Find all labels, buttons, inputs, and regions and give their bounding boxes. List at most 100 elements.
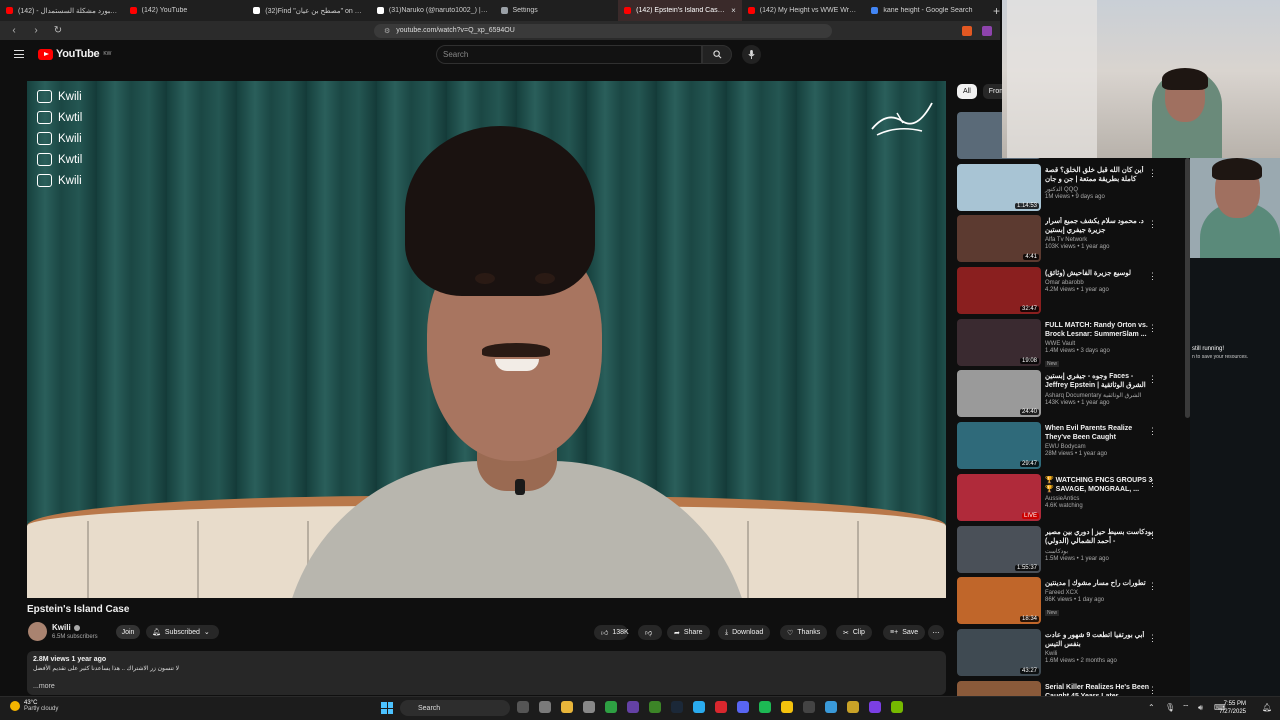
- app-icon-5[interactable]: [869, 701, 881, 713]
- youtube-logo[interactable]: YouTube KW: [38, 48, 111, 60]
- more-options-icon[interactable]: ⋮: [1148, 581, 1157, 592]
- video-title-link[interactable]: وجوه - جيفري إبستين Faces - Jeffrey Epst…: [1045, 372, 1155, 390]
- more-actions-button[interactable]: ⋯: [928, 625, 944, 640]
- more-options-icon[interactable]: ⋮: [1148, 530, 1157, 541]
- spotify-icon[interactable]: [759, 701, 771, 713]
- video-player[interactable]: Kwili Kwtil Kwili Kwtil Kwili: [27, 81, 946, 598]
- more-options-icon[interactable]: ⋮: [1148, 323, 1157, 334]
- video-thumbnail[interactable]: 43:27: [957, 628, 1041, 676]
- channel-link[interactable]: بودكاست: [1045, 548, 1155, 555]
- weather-widget[interactable]: 43°C Partly cloudy: [10, 700, 58, 712]
- browser-tab[interactable]: kane height - Google Search: [865, 0, 989, 21]
- video-title-link[interactable]: أين كان الله قبل خلق الخلق؟ قصة كاملة بط…: [1045, 166, 1155, 184]
- video-thumbnail[interactable]: 1:55:37: [957, 525, 1041, 573]
- channel-link[interactable]: AussieAntics: [1045, 496, 1155, 502]
- video-thumbnail[interactable]: 32:47: [957, 267, 1041, 315]
- more-options-icon[interactable]: ⋮: [1148, 478, 1157, 489]
- show-more-link[interactable]: ...more: [33, 683, 940, 690]
- voice-search-button[interactable]: [742, 45, 761, 64]
- back-icon[interactable]: ‹: [8, 25, 20, 36]
- obs-icon[interactable]: [803, 701, 815, 713]
- settings-icon[interactable]: [539, 701, 551, 713]
- recommended-video[interactable]: 18:34 تطورات راح مسار مشوك | مدينتين Faree…: [957, 577, 1185, 629]
- subscribed-button[interactable]: 🔔︎ Subscribed ⌄: [146, 625, 219, 639]
- video-title-link[interactable]: لوسيع جزيرة الفاحيش (وثائق): [1045, 269, 1155, 278]
- recommended-video[interactable]: 19:08 FULL MATCH: Randy Orton vs. Brock L…: [957, 318, 1185, 371]
- recommended-video[interactable]: 1:55:37 بودكاست بسيط حيز | دوري بين مصير …: [957, 525, 1185, 578]
- clock[interactable]: 7:55 PM 7/27/2025: [1219, 700, 1246, 716]
- more-options-icon[interactable]: ⋮: [1148, 633, 1157, 644]
- notification-icon[interactable]: 🔔︎: [1262, 703, 1272, 712]
- more-options-icon[interactable]: ⋮: [1148, 271, 1157, 282]
- recommended-video[interactable]: 1:14:53 أين كان الله قبل خلق الخلق؟ قصة ك…: [957, 163, 1185, 216]
- close-tab-icon[interactable]: ×: [731, 6, 736, 15]
- microphone-tray-icon[interactable]: 🎙︎: [1165, 703, 1175, 712]
- video-title-link[interactable]: د. محمود سلام يكشف جميع أسرار جزيرة جيفر…: [1045, 217, 1155, 235]
- browser-tab[interactable]: (31)Naruko (@naruto1002_) | TikTok: [371, 0, 495, 21]
- recommended-video[interactable]: 4:41 د. محمود سلام يكشف جميع أسرار جزيرة …: [957, 215, 1185, 267]
- steam-icon[interactable]: [671, 701, 683, 713]
- wifi-icon[interactable]: ⌔: [1182, 703, 1190, 713]
- dislike-button[interactable]: 👎︎: [638, 625, 662, 640]
- video-thumbnail[interactable]: [957, 680, 1041, 696]
- browser-tab[interactable]: (142) Epstein's Island Case - Y ×: [618, 0, 742, 21]
- nvidia-icon[interactable]: [891, 701, 903, 713]
- download-button[interactable]: ⤓ Download: [718, 625, 771, 640]
- more-options-icon[interactable]: ⋮: [1148, 168, 1157, 179]
- recommended-video[interactable]: Serial Killer Realizes He's Been Caught …: [957, 680, 1185, 696]
- video-title-link[interactable]: Serial Killer Realizes He's Been Caught …: [1045, 683, 1155, 696]
- thanks-button[interactable]: ♡ Thanks: [780, 625, 828, 640]
- recommended-video[interactable]: 29:47 When Evil Parents Realize They've B…: [957, 422, 1185, 474]
- video-title-link[interactable]: When Evil Parents Realize They've Been C…: [1045, 424, 1155, 442]
- site-info-icon[interactable]: ⚙: [384, 27, 390, 35]
- reload-icon[interactable]: ↻: [52, 25, 64, 36]
- profile-icon[interactable]: [982, 25, 992, 36]
- search-button[interactable]: [702, 45, 732, 64]
- browser-tab[interactable]: (142) My Height vs WWE Wrestlers: [742, 0, 866, 21]
- minecraft-icon[interactable]: [649, 701, 661, 713]
- channel-link[interactable]: Omar abarobb: [1045, 280, 1155, 286]
- browser-tab[interactable]: Settings: [495, 0, 619, 21]
- clip-button[interactable]: ✂ Clip: [836, 625, 872, 640]
- chevron-up-icon[interactable]: ⌃: [1148, 703, 1155, 712]
- new-tab-button[interactable]: +: [993, 4, 1000, 18]
- like-button[interactable]: 👍︎ 138K: [594, 625, 629, 640]
- discord-icon[interactable]: [737, 701, 749, 713]
- taskbar-search[interactable]: Search: [400, 700, 510, 716]
- video-thumbnail[interactable]: 29:47: [957, 422, 1041, 470]
- channel-link[interactable]: Alfa Tv Network: [1045, 237, 1155, 243]
- video-thumbnail[interactable]: 24:40: [957, 370, 1041, 418]
- video-thumbnail[interactable]: LIVE: [957, 473, 1041, 521]
- twitch-icon[interactable]: [627, 701, 639, 713]
- file-explorer-icon[interactable]: [561, 701, 573, 713]
- video-title-link[interactable]: FULL MATCH: Randy Orton vs. Brock Lesnar…: [1045, 321, 1155, 339]
- browser-tab[interactable]: (32)Find "مصطح بن عيان" on TikTok | Ti: [247, 0, 371, 21]
- hamburger-menu-icon[interactable]: [14, 50, 24, 58]
- recommended-video[interactable]: 24:40 وجوه - جيفري إبستين Faces - Jeffrey…: [957, 370, 1185, 422]
- filter-chip[interactable]: All: [957, 84, 977, 99]
- video-thumbnail[interactable]: 19:08: [957, 318, 1041, 366]
- recommended-video[interactable]: 43:27 أبي بورتفيا اتطعت 9 شهور و عادت بنف…: [957, 628, 1185, 681]
- description-box[interactable]: 2.8M views 1 year ago لا تنسون زر الاشتر…: [27, 651, 946, 695]
- brave-icon[interactable]: [715, 701, 727, 713]
- forward-icon[interactable]: ›: [30, 25, 42, 36]
- video-title-link[interactable]: تطورات راح مسار مشوك | مدينتين: [1045, 579, 1155, 588]
- more-options-icon[interactable]: ⋮: [1148, 426, 1157, 437]
- app-icon-4[interactable]: [847, 701, 859, 713]
- channel-link[interactable]: الدكتور QQQ: [1045, 186, 1155, 193]
- video-title-link[interactable]: أبي بورتفيا اتطعت 9 شهور و عادت بنفس الت…: [1045, 631, 1155, 649]
- app-icon[interactable]: [605, 701, 617, 713]
- channel-link[interactable]: WWE Vault: [1045, 341, 1155, 347]
- recommended-video[interactable]: LIVE 🏆 WATCHING FNCS GROUPS 3 🏆 SAVAGE, M…: [957, 473, 1185, 526]
- app-icon-2[interactable]: [781, 701, 793, 713]
- channel-link[interactable]: Fareed XCX: [1045, 590, 1155, 596]
- share-button[interactable]: ➦ Share: [667, 625, 710, 640]
- channel-name[interactable]: Kwili: [52, 623, 80, 632]
- recommended-video[interactable]: 32:47 لوسيع جزيرة الفاحيش (وثائق) Omar aba…: [957, 267, 1185, 319]
- browser-tab[interactable]: كيبورد مشكلة السستمدال - (142) YouTube: [0, 0, 124, 21]
- telegram-icon[interactable]: [693, 701, 705, 713]
- video-thumbnail[interactable]: 1:14:53: [957, 163, 1041, 211]
- calculator-icon[interactable]: [583, 701, 595, 713]
- extension-icon[interactable]: [962, 25, 972, 36]
- join-button[interactable]: Join: [116, 625, 140, 639]
